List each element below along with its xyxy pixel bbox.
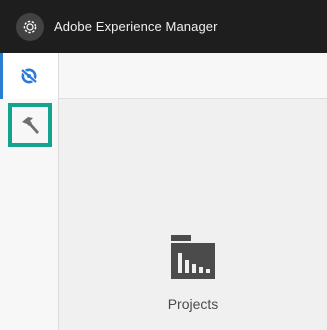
- left-rail: [0, 53, 59, 330]
- content-area: Projects: [59, 99, 327, 330]
- rail-item-tools[interactable]: [8, 103, 52, 147]
- aem-logo-icon[interactable]: [16, 12, 44, 41]
- rail-item-navigation[interactable]: [0, 53, 58, 99]
- projects-folder-icon: [171, 235, 215, 279]
- projects-card-label: Projects: [167, 296, 219, 312]
- projects-card[interactable]: Projects: [143, 235, 243, 312]
- hammer-icon: [22, 117, 39, 134]
- app-title: Adobe Experience Manager: [54, 19, 218, 34]
- compass-icon: [20, 68, 38, 84]
- app-header: Adobe Experience Manager: [0, 0, 327, 53]
- top-toolbar: [59, 53, 327, 99]
